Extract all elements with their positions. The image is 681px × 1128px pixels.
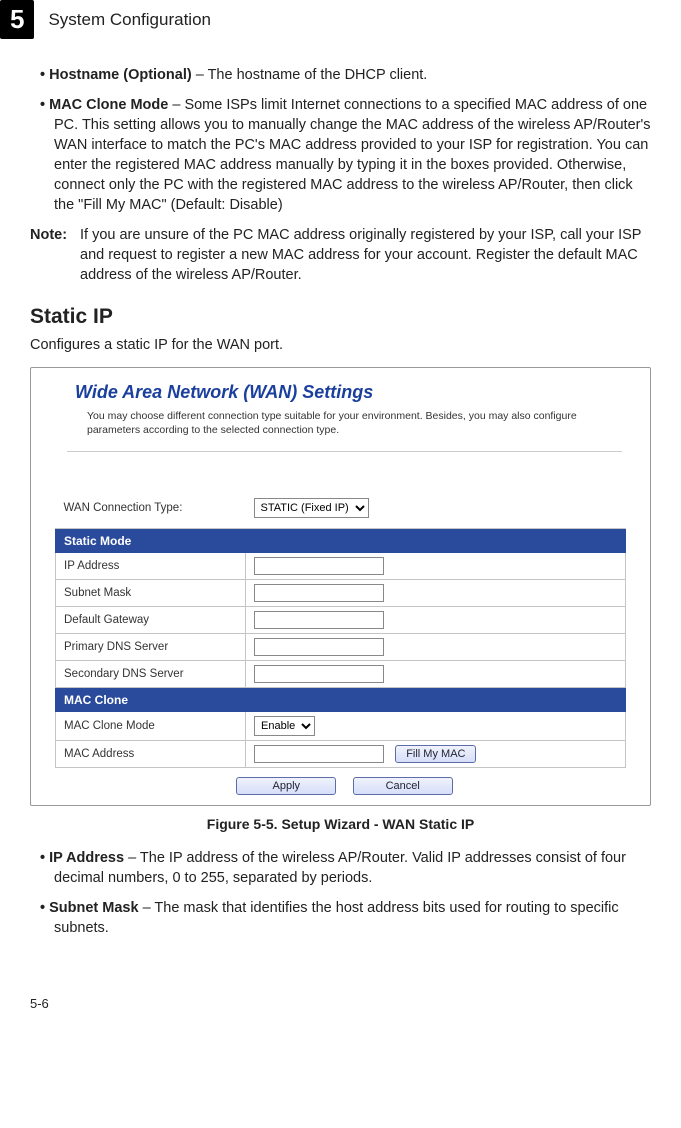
- gateway-input[interactable]: [254, 611, 384, 629]
- body: – The hostname of the DHCP client.: [192, 67, 428, 83]
- note-block: Note: If you are unsure of the PC MAC ad…: [30, 225, 651, 285]
- note-body: If you are unsure of the PC MAC address …: [80, 225, 651, 285]
- ip-address-input[interactable]: [254, 557, 384, 575]
- row-subnet-label: Subnet Mask: [56, 580, 246, 607]
- bullet-mac-clone: MAC Clone Mode – Some ISPs limit Interne…: [40, 95, 651, 215]
- mac-mode-select[interactable]: Enable: [254, 716, 315, 736]
- apply-button[interactable]: Apply: [236, 777, 336, 795]
- fill-my-mac-button[interactable]: Fill My MAC: [395, 745, 476, 763]
- term: Hostname (Optional): [49, 67, 192, 83]
- term: IP Address: [49, 850, 124, 866]
- row-dns2-label: Secondary DNS Server: [56, 661, 246, 688]
- row-ip-label: IP Address: [56, 553, 246, 580]
- row-dns1-label: Primary DNS Server: [56, 634, 246, 661]
- divider: [67, 451, 622, 452]
- page-number: 5-6: [0, 996, 681, 1011]
- bullet-hostname: Hostname (Optional) – The hostname of th…: [40, 65, 651, 85]
- conn-type-label: WAN Connection Type:: [56, 492, 246, 529]
- dns1-input[interactable]: [254, 638, 384, 656]
- subnet-mask-input[interactable]: [254, 584, 384, 602]
- row-mac-mode-label: MAC Clone Mode: [56, 712, 246, 741]
- body: – The mask that identifies the host addr…: [54, 900, 619, 936]
- figure-caption: Figure 5-5. Setup Wizard - WAN Static IP: [30, 816, 651, 832]
- chapter-title: System Configuration: [48, 10, 211, 30]
- body: – Some ISPs limit Internet connections t…: [54, 97, 650, 213]
- figure-frame: Wide Area Network (WAN) Settings You may…: [30, 367, 651, 806]
- bullet-subnet-mask: Subnet Mask – The mask that identifies t…: [40, 898, 651, 938]
- bullet-ip-address: IP Address – The IP address of the wirel…: [40, 848, 651, 888]
- section-static: Static Mode: [56, 529, 626, 553]
- wan-form-table: WAN Connection Type: STATIC (Fixed IP) S…: [55, 492, 626, 768]
- cancel-button[interactable]: Cancel: [353, 777, 453, 795]
- chapter-number-badge: 5: [0, 0, 34, 39]
- body: – The IP address of the wireless AP/Rout…: [54, 850, 626, 886]
- wan-panel-title: Wide Area Network (WAN) Settings: [75, 382, 642, 403]
- wan-panel-desc: You may choose different connection type…: [87, 409, 632, 437]
- section-mac: MAC Clone: [56, 688, 626, 712]
- mac-address-input[interactable]: [254, 745, 384, 763]
- row-gateway-label: Default Gateway: [56, 607, 246, 634]
- row-mac-addr-label: MAC Address: [56, 741, 246, 768]
- conn-type-select[interactable]: STATIC (Fixed IP): [254, 498, 369, 518]
- dns2-input[interactable]: [254, 665, 384, 683]
- term: MAC Clone Mode: [49, 97, 168, 113]
- term: Subnet Mask: [49, 900, 138, 916]
- note-label: Note:: [30, 225, 80, 285]
- section-heading: Static IP: [30, 305, 651, 329]
- section-desc: Configures a static IP for the WAN port.: [30, 337, 651, 353]
